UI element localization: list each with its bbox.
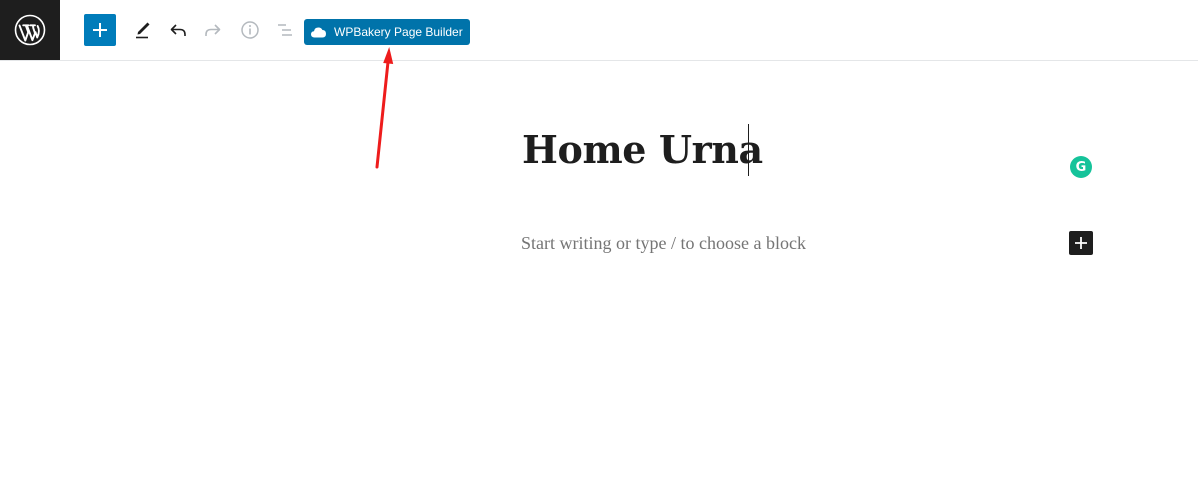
plus-icon [1075, 237, 1087, 249]
pencil-icon [136, 22, 150, 39]
add-block-button[interactable] [84, 14, 116, 46]
wpbakery-page-builder-button[interactable]: WPBakery Page Builder [304, 19, 470, 45]
cloud-icon [310, 25, 327, 39]
info-icon [241, 21, 259, 39]
redo-button[interactable] [197, 14, 229, 46]
text-cursor [748, 124, 749, 176]
undo-button[interactable] [162, 14, 194, 46]
wordpress-logo-svg [14, 14, 46, 46]
undo-icon [170, 24, 186, 36]
grammarly-letter: G [1075, 159, 1087, 175]
tools-button[interactable] [126, 14, 158, 46]
grammarly-icon[interactable]: G [1070, 156, 1092, 178]
editor-header: WPBakery Page Builder [0, 0, 1198, 61]
wpbakery-label: WPBakery Page Builder [334, 25, 463, 39]
redo-icon [205, 24, 221, 36]
post-title[interactable]: Home Urna [522, 124, 763, 176]
list-view-icon [278, 24, 292, 36]
wordpress-logo-icon[interactable] [0, 0, 60, 60]
inline-add-block-button[interactable] [1069, 231, 1093, 255]
plus-icon [93, 23, 107, 37]
details-button[interactable] [234, 14, 266, 46]
block-placeholder[interactable]: Start writing or type / to choose a bloc… [521, 232, 806, 254]
list-view-button[interactable] [269, 14, 301, 46]
